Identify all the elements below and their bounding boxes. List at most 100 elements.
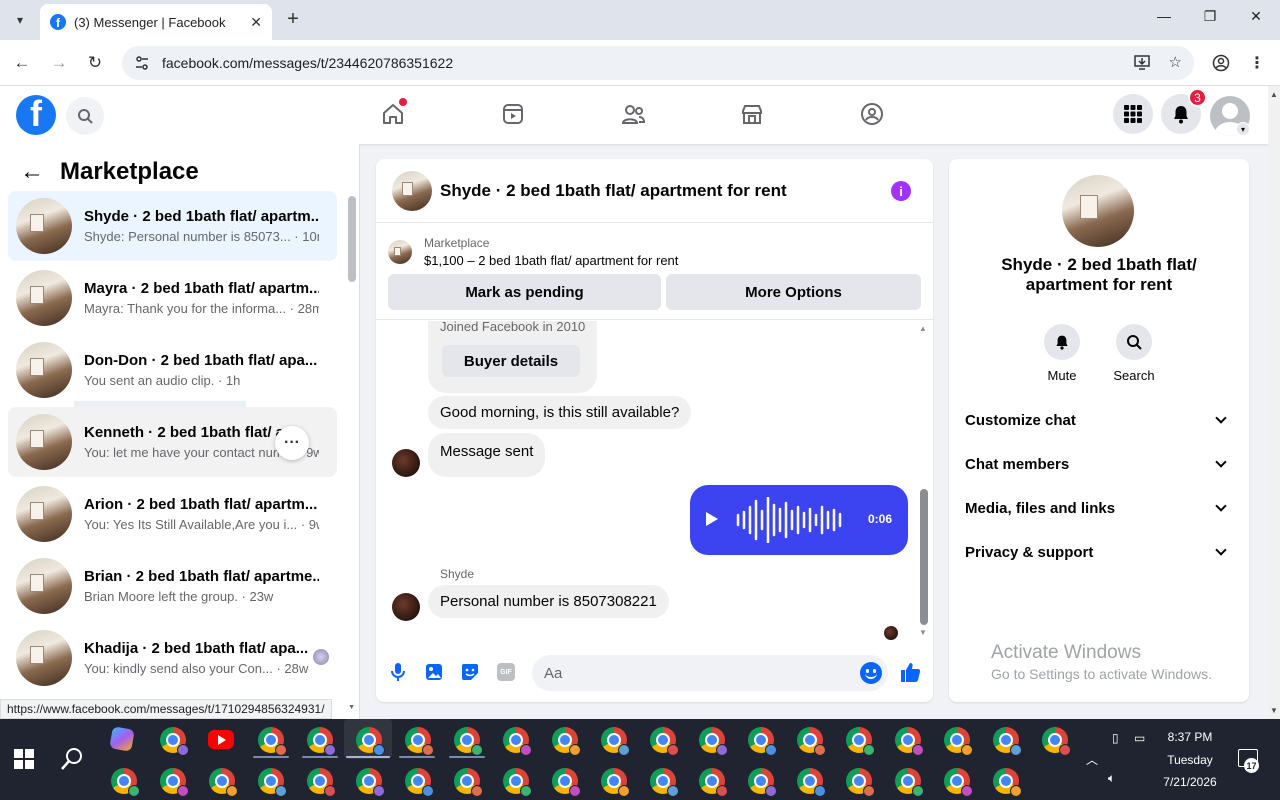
page-scrollbar[interactable]: ▲ ▼ [1268, 86, 1280, 719]
restore-icon[interactable]: ❐ [1198, 8, 1222, 25]
install-app-icon[interactable] [1133, 53, 1151, 71]
tray-phone-icon[interactable]: ▯ [1112, 731, 1119, 745]
back-arrow-icon[interactable]: ← [20, 158, 44, 186]
forward-icon[interactable]: → [47, 51, 71, 75]
browser-profile-icon[interactable] [1209, 51, 1233, 75]
mute-button[interactable]: Mute [1032, 324, 1092, 383]
friends-icon[interactable] [619, 100, 647, 128]
browser-tab[interactable]: f (3) Messenger | Facebook ✕ [40, 4, 272, 40]
chrome-profile-icon[interactable] [503, 727, 532, 756]
chrome-profile-icon[interactable] [552, 727, 581, 756]
like-thumb-icon[interactable] [899, 661, 921, 683]
photo-icon[interactable] [423, 661, 445, 683]
chrome-profile-icon[interactable] [993, 727, 1022, 756]
chat-title[interactable]: Shyde · 2 bed 1bath flat/ apartment for … [440, 181, 787, 201]
media-files-links-row[interactable]: Media, files and links [965, 490, 1233, 526]
new-tab-icon[interactable]: + [282, 8, 304, 30]
chat-scroll-down-icon[interactable]: ▼ [919, 628, 927, 637]
chrome-profile-icon[interactable] [307, 768, 336, 797]
chrome-profile-icon[interactable] [846, 727, 875, 756]
chrome-profile-icon[interactable] [895, 727, 924, 756]
chrome-profile-icon[interactable] [895, 768, 924, 797]
chrome-profile-icon[interactable] [748, 727, 777, 756]
chrome-profile-icon[interactable] [797, 727, 826, 756]
microphone-icon[interactable] [387, 661, 409, 683]
chat-listing-thumbnail[interactable] [392, 170, 432, 211]
sender-avatar[interactable] [392, 449, 420, 477]
chrome-profile-icon[interactable] [797, 768, 826, 797]
minimize-icon[interactable]: — [1152, 8, 1176, 24]
chrome-profile-icon[interactable] [111, 768, 140, 797]
chrome-profile-icon[interactable] [307, 727, 336, 756]
chrome-profile-icon[interactable] [454, 727, 483, 756]
browser-menu-icon[interactable]: ⋮ [1245, 51, 1269, 75]
search-conversation-button[interactable]: Search [1104, 324, 1164, 383]
chat-scrollbar[interactable] [920, 489, 928, 625]
conversation-more-button[interactable]: ··· [275, 426, 309, 460]
chrome-profile-icon[interactable] [601, 727, 630, 756]
notifications-button[interactable]: 3 [1161, 88, 1207, 134]
emoji-icon[interactable] [860, 662, 882, 684]
back-icon[interactable]: ← [10, 51, 34, 75]
taskbar-date[interactable]: 7/21/2026 [1160, 775, 1220, 789]
conversation-item[interactable]: Shyde · 2 bed 1bath flat/ apartm... Shyde… [8, 191, 337, 261]
mark-as-pending-button[interactable]: Mark as pending [388, 274, 661, 310]
taskbar-time[interactable]: 8:37 PM [1160, 730, 1220, 744]
taskbar-day[interactable]: Tuesday [1160, 753, 1220, 767]
close-window-icon[interactable]: ✕ [1244, 8, 1268, 25]
chrome-profile-icon[interactable] [552, 768, 581, 797]
chrome-profile-icon[interactable] [160, 768, 189, 797]
chrome-profile-icon[interactable] [356, 768, 385, 797]
chrome-profile-icon[interactable] [699, 768, 728, 797]
groups-icon[interactable] [858, 100, 886, 128]
sender-avatar[interactable] [392, 593, 420, 621]
chrome-profile-icon[interactable] [405, 727, 434, 756]
site-info-icon[interactable] [134, 55, 150, 71]
home-icon[interactable] [379, 98, 407, 128]
tray-overflow-icon[interactable]: ︿ [1086, 751, 1098, 768]
facebook-logo-icon[interactable]: f [16, 95, 56, 135]
conversation-item[interactable]: Brian · 2 bed 1bath flat/ apartme... Bria… [8, 551, 337, 621]
conversation-item[interactable]: Kenneth · 2 bed 1bath flat/ a... You: let… [8, 407, 337, 477]
tab-close-icon[interactable]: ✕ [250, 14, 262, 31]
info-icon[interactable]: i [891, 181, 911, 201]
customize-chat-row[interactable]: Customize chat [965, 402, 1233, 438]
chrome-profile-icon[interactable] [454, 768, 483, 797]
chrome-profile-icon[interactable] [258, 768, 287, 797]
menu-grid-button[interactable] [1113, 94, 1153, 134]
chrome-profile-icon[interactable] [944, 768, 973, 797]
gif-icon[interactable]: GIF [495, 661, 517, 683]
chrome-profile-icon[interactable] [209, 768, 238, 797]
listing-thumbnail-large[interactable] [1062, 175, 1134, 247]
chrome-profile-icon[interactable] [258, 727, 287, 756]
more-options-button[interactable]: More Options [666, 274, 921, 310]
conversation-item[interactable]: Arion · 2 bed 1bath flat/ apartm... You: … [8, 479, 337, 549]
youtube-icon[interactable] [208, 730, 234, 749]
play-icon[interactable] [706, 512, 718, 526]
conversation-item[interactable]: Mayra · 2 bed 1bath flat/ apartm... Mayra… [8, 263, 337, 333]
account-chevron-icon[interactable]: ▾ [1236, 122, 1250, 136]
chrome-profile-icon[interactable] [160, 727, 189, 756]
chrome-profile-icon[interactable] [993, 768, 1022, 797]
chrome-profile-icon[interactable] [1042, 727, 1071, 756]
windows-start-icon[interactable] [14, 749, 34, 769]
chrome-profile-icon[interactable] [405, 768, 434, 797]
chrome-profile-icon[interactable] [846, 768, 875, 797]
reload-icon[interactable]: ↻ [83, 51, 107, 75]
chrome-profile-icon[interactable] [601, 768, 630, 797]
chrome-profile-icon[interactable] [699, 727, 728, 756]
chat-scroll-up-icon[interactable]: ▲ [919, 324, 927, 333]
chrome-profile-icon[interactable] [748, 768, 777, 797]
chrome-profile-icon[interactable] [650, 768, 679, 797]
listing-price-title[interactable]: $1,100 – 2 bed 1bath flat/ apartment for… [424, 253, 678, 268]
copilot-icon[interactable] [109, 726, 135, 752]
chrome-profile-icon[interactable] [356, 727, 385, 756]
privacy-support-row[interactable]: Privacy & support [965, 534, 1233, 570]
conversation-item[interactable]: Don-Don · 2 bed 1bath flat/ apa... You se… [8, 335, 337, 405]
tray-network-icon[interactable]: ▭ [1134, 731, 1145, 745]
chat-members-row[interactable]: Chat members [965, 446, 1233, 482]
marketplace-icon[interactable] [738, 100, 766, 128]
tab-search-chevron-icon[interactable]: ▾ [8, 8, 32, 32]
conversation-item[interactable]: Khadija · 2 bed 1bath flat/ apa... You: k… [8, 623, 337, 693]
page-scroll-up-icon[interactable]: ▲ [1270, 90, 1278, 99]
